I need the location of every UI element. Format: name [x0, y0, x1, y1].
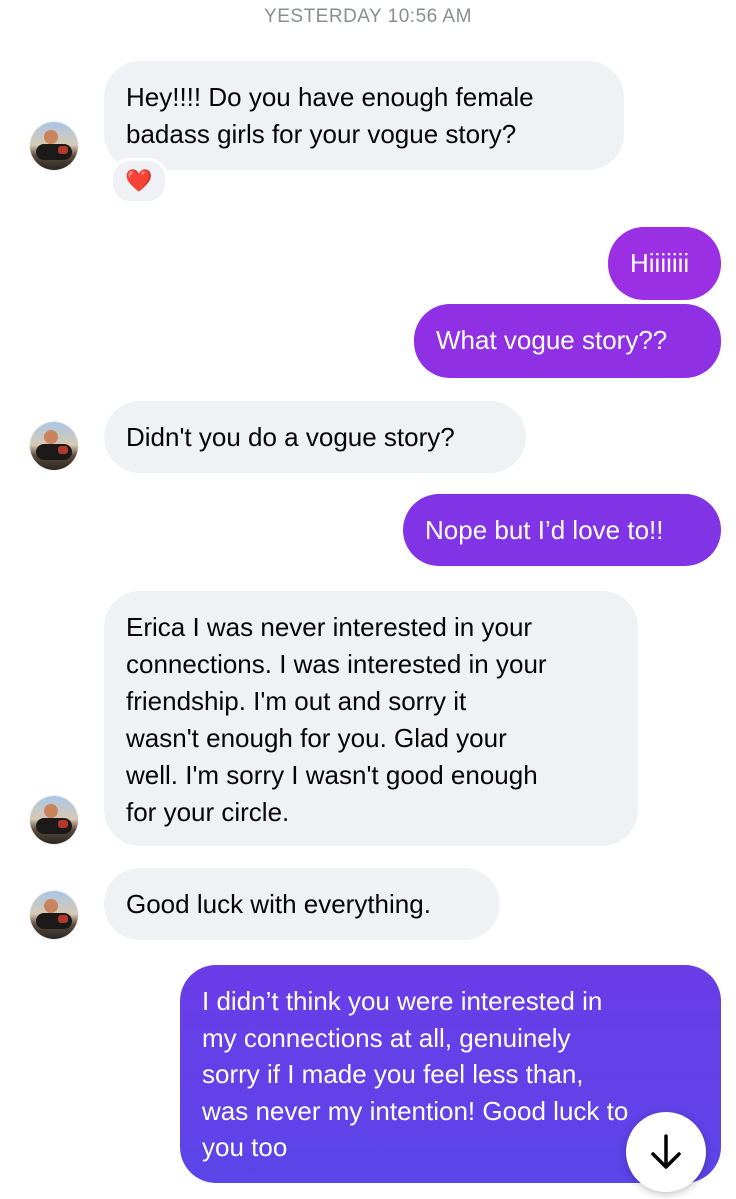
heart-reaction[interactable]: ❤️	[110, 158, 168, 204]
sender-avatar[interactable]	[30, 422, 78, 470]
incoming-message-bubble[interactable]: Hey!!!! Do you have enough female badass…	[104, 61, 624, 170]
outgoing-message-bubble[interactable]: Hiiiiiii	[608, 227, 721, 300]
arrow-down-icon	[651, 1134, 681, 1169]
outgoing-message-bubble[interactable]: Nope but I’d love to!!	[403, 494, 721, 566]
chat-screen: YESTERDAY 10:56 AM Hey!!!! Do you have e…	[0, 0, 736, 1199]
heart-icon: ❤️	[125, 168, 153, 193]
sender-avatar[interactable]	[30, 796, 78, 844]
incoming-message-bubble[interactable]: Erica I was never interested in your con…	[104, 591, 638, 846]
sender-avatar[interactable]	[30, 122, 78, 170]
sender-avatar[interactable]	[30, 891, 78, 939]
message-timestamp: YESTERDAY 10:56 AM	[264, 6, 472, 27]
incoming-message-bubble[interactable]: Good luck with everything.	[104, 868, 500, 940]
scroll-to-bottom-button[interactable]	[626, 1112, 706, 1192]
incoming-message-bubble[interactable]: Didn't you do a vogue story?	[104, 401, 526, 473]
outgoing-message-bubble[interactable]: What vogue story??	[414, 304, 721, 378]
